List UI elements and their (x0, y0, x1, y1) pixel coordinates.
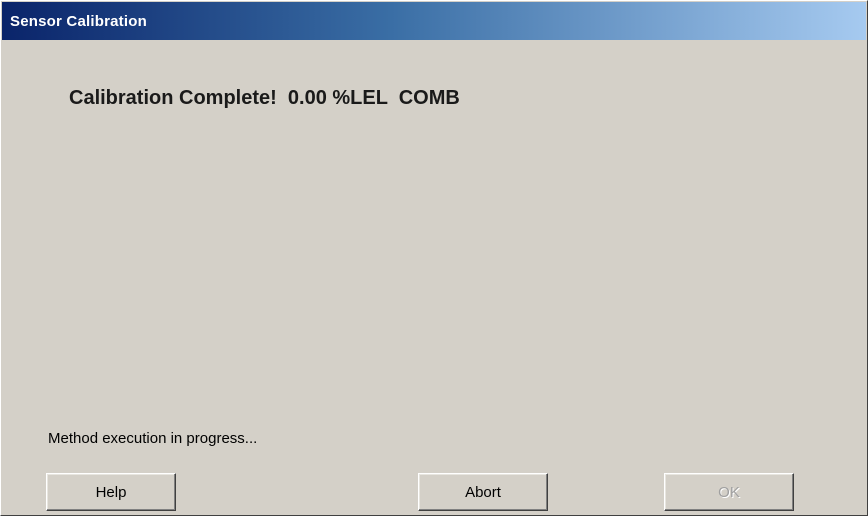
help-button[interactable]: Help (46, 473, 176, 511)
progress-status-text: Method execution in progress... (48, 430, 258, 447)
window-title: Sensor Calibration (10, 12, 147, 30)
sensor-calibration-dialog: Sensor Calibration Calibration Complete!… (0, 0, 868, 516)
abort-button[interactable]: Abort (418, 473, 548, 511)
title-bar[interactable]: Sensor Calibration (2, 2, 866, 40)
calibration-status-message: Calibration Complete! 0.00 %LEL COMB (69, 87, 460, 109)
ok-button[interactable]: OK (664, 473, 794, 511)
